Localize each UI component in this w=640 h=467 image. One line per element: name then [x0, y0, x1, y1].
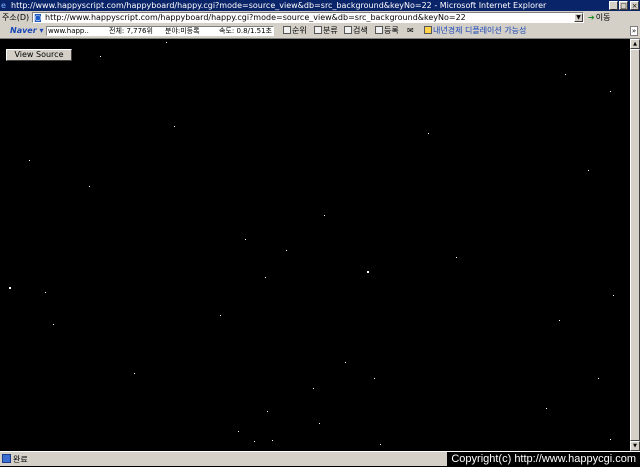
total-rank-label: 전체: 7,776위: [109, 27, 153, 35]
star: [565, 74, 566, 75]
browser-window: e http://www.happyscript.com/happyboard/…: [0, 0, 640, 467]
speed-label: 속도: 0.8/1.51초: [219, 27, 272, 35]
copyright-label: Copyright(c) http://www.happycgi.com: [447, 452, 640, 467]
view-source-button[interactable]: View Source: [6, 49, 72, 61]
promo-icon: [424, 26, 432, 34]
address-dropdown-button[interactable]: ▼: [574, 13, 583, 22]
minimize-button[interactable]: _: [609, 1, 618, 10]
star: [380, 444, 381, 445]
star: [267, 411, 268, 412]
search-button[interactable]: 검색: [344, 24, 368, 38]
window-title: http://www.happyscript.com/happyboard/ha…: [11, 1, 547, 10]
naver-label: Naver: [10, 26, 37, 35]
scroll-up-button[interactable]: ▲: [630, 39, 640, 49]
star: [546, 408, 547, 409]
naver-logo-button[interactable]: Naver ▾: [10, 24, 44, 38]
star: [610, 439, 611, 440]
page-icon: ◙: [34, 13, 42, 22]
star: [265, 277, 266, 278]
star: [238, 431, 239, 432]
star: [272, 440, 273, 441]
toolbar-info-box[interactable]: 전체: 7,776위 분야:미등록 속도: 0.8/1.51초: [46, 26, 274, 36]
scroll-down-button[interactable]: ▼: [630, 441, 640, 451]
star: [324, 215, 325, 216]
star: [100, 56, 101, 57]
toolbar-chevron-button[interactable]: »: [630, 26, 638, 36]
star: [134, 373, 135, 374]
star: [313, 388, 314, 389]
maximize-button[interactable]: □: [619, 1, 628, 10]
go-label: 이동: [595, 13, 611, 22]
star: [45, 292, 46, 293]
classify-button[interactable]: 분류: [314, 24, 338, 38]
star: [29, 160, 30, 161]
status-text-area: 완료: [2, 454, 28, 465]
address-input[interactable]: [45, 13, 565, 22]
go-button[interactable]: ➔이동: [588, 12, 610, 23]
address-label: 주소(D): [2, 13, 30, 22]
rank-button[interactable]: 순위: [283, 24, 307, 38]
promo-link[interactable]: 내년경제 디플레이션 가능성: [424, 24, 526, 38]
go-arrow-icon: ➔: [588, 13, 595, 22]
rank-icon: [283, 26, 291, 34]
star: [286, 250, 287, 251]
category-label: 분야:미등록: [165, 27, 200, 35]
address-field[interactable]: ◙ ▼: [32, 12, 584, 23]
star: [254, 441, 255, 442]
star: [588, 170, 589, 171]
address-bar: 주소(D) ◙ ▼ ➔이동: [0, 11, 640, 25]
close-button[interactable]: ×: [630, 1, 639, 10]
ie-logo-icon: e: [1, 1, 6, 10]
status-text: 완료: [13, 455, 28, 464]
vertical-scrollbar[interactable]: ▲ ▼: [630, 39, 640, 451]
search-label: 검색: [353, 26, 368, 35]
mail-icon[interactable]: ✉: [407, 24, 414, 38]
toolbar-search-input[interactable]: [47, 27, 96, 35]
naver-menu-arrow-icon: ▾: [39, 26, 44, 35]
star: [9, 287, 11, 289]
star: [456, 257, 457, 258]
star: [367, 271, 369, 273]
star: [174, 126, 175, 127]
rank-label: 순위: [292, 26, 307, 35]
promo-label: 내년경제 디플레이션 가능성: [433, 26, 527, 35]
window-controls: _ □ ×: [609, 1, 639, 10]
scroll-thumb[interactable]: [630, 49, 640, 441]
status-bar: 완료 Copyright(c) http://www.happycgi.com: [0, 451, 640, 467]
classify-label: 분류: [323, 26, 338, 35]
star: [319, 423, 320, 424]
star: [345, 362, 346, 363]
star: [559, 320, 560, 321]
register-label: 등록: [384, 26, 399, 35]
star: [89, 186, 90, 187]
star: [220, 315, 221, 316]
register-icon: [375, 26, 383, 34]
naver-toolbar: Naver ▾ 전체: 7,776위 분야:미등록 속도: 0.8/1.51초 …: [0, 24, 640, 39]
star: [374, 378, 375, 379]
star: [428, 133, 429, 134]
star: [613, 295, 614, 296]
search-icon: [344, 26, 352, 34]
page-content: View Source: [0, 39, 630, 451]
star: [245, 239, 246, 240]
register-button[interactable]: 등록: [375, 24, 399, 38]
star: [53, 324, 54, 325]
star: [610, 91, 611, 92]
star: [166, 42, 167, 43]
title-bar: e http://www.happyscript.com/happyboard/…: [0, 0, 640, 11]
classify-icon: [314, 26, 322, 34]
status-page-icon: [2, 454, 11, 463]
star: [598, 378, 599, 379]
